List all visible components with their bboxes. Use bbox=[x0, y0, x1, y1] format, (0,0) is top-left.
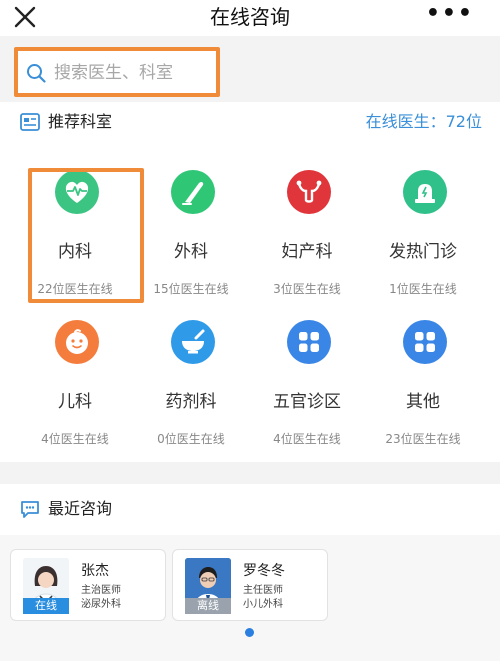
doctor-name: 罗冬冬 bbox=[243, 563, 285, 579]
nav-bar: 在线咨询 ••• bbox=[0, 0, 500, 36]
alarm-light-icon bbox=[403, 170, 447, 214]
recent-section-header: 最近咨询 bbox=[0, 489, 500, 529]
department-name: 发热门诊 bbox=[389, 242, 457, 262]
department-other[interactable]: 其他 23位医生在线 bbox=[363, 305, 483, 450]
recent-title: 最近咨询 bbox=[48, 499, 113, 518]
status-badge: 离线 bbox=[185, 598, 231, 614]
grid-icon bbox=[287, 320, 331, 364]
department-count: 0位医生在线 bbox=[157, 432, 225, 446]
carousel-indicator[interactable] bbox=[245, 628, 254, 637]
department-name: 药剂科 bbox=[165, 392, 217, 412]
baby-face-icon bbox=[55, 320, 99, 364]
uterus-icon bbox=[287, 170, 331, 214]
department-count: 3位医生在线 bbox=[273, 282, 341, 296]
doctor-title: 主治医师 bbox=[81, 585, 121, 596]
doctor-card[interactable]: 在线 张杰 主治医师 泌尿外科 bbox=[10, 549, 166, 621]
status-badge: 在线 bbox=[23, 598, 69, 614]
recommend-section-header: 推荐科室 在线医生：72位 bbox=[0, 102, 500, 142]
mortar-icon bbox=[171, 320, 215, 364]
online-doctor-count[interactable]: 在线医生：72位 bbox=[366, 110, 482, 134]
department-ent[interactable]: 五官诊区 4位医生在线 bbox=[247, 305, 367, 450]
doctor-card[interactable]: 离线 罗冬冬 主任医师 小儿外科 bbox=[172, 549, 328, 621]
department-pediatrics[interactable]: 儿科 4位医生在线 bbox=[15, 305, 135, 450]
search-box[interactable] bbox=[14, 47, 220, 97]
doctor-department: 泌尿外科 bbox=[81, 599, 121, 610]
grid-icon bbox=[403, 320, 447, 364]
department-name: 外科 bbox=[174, 242, 208, 262]
department-name: 其他 bbox=[406, 392, 440, 412]
department-fever-clinic[interactable]: 发热门诊 1位医生在线 bbox=[363, 155, 483, 300]
department-name: 五官诊区 bbox=[273, 392, 341, 412]
more-menu-icon[interactable]: ••• bbox=[426, 2, 474, 26]
doctor-name: 张杰 bbox=[81, 563, 109, 579]
doctor-department: 小儿外科 bbox=[243, 599, 283, 610]
selection-highlight bbox=[28, 168, 144, 303]
department-pharmacy[interactable]: 药剂科 0位医生在线 bbox=[131, 305, 251, 450]
department-obstetrics[interactable]: 妇产科 3位医生在线 bbox=[247, 155, 367, 300]
recent-consult-area: 在线 张杰 主治医师 泌尿外科 离线 罗冬冬 主任医师 小儿外科 bbox=[0, 535, 500, 661]
department-count: 4位医生在线 bbox=[41, 432, 109, 446]
department-count: 15位医生在线 bbox=[153, 282, 229, 296]
chat-bubble-icon bbox=[21, 501, 39, 518]
department-name: 妇产科 bbox=[281, 242, 333, 262]
department-count: 1位医生在线 bbox=[389, 282, 457, 296]
search-icon bbox=[27, 64, 46, 83]
department-list-icon bbox=[20, 113, 40, 131]
search-input[interactable] bbox=[54, 60, 214, 86]
department-surgery[interactable]: 外科 15位医生在线 bbox=[131, 155, 251, 300]
search-area bbox=[0, 36, 500, 102]
scalpel-icon bbox=[171, 170, 215, 214]
doctor-title: 主任医师 bbox=[243, 585, 283, 596]
section-divider bbox=[0, 462, 500, 484]
department-name: 儿科 bbox=[58, 392, 92, 412]
recommend-title: 推荐科室 bbox=[48, 112, 113, 131]
department-count: 23位医生在线 bbox=[385, 432, 461, 446]
department-count: 4位医生在线 bbox=[273, 432, 341, 446]
